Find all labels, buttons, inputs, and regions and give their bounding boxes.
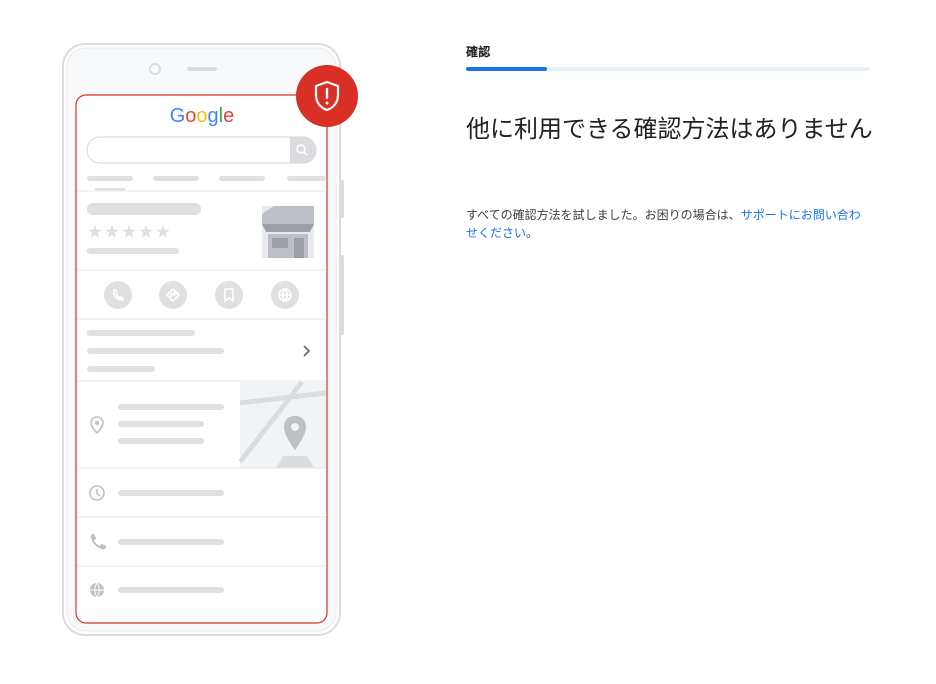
search-bar-placeholder [86,136,317,164]
description-suffix: 。 [526,226,539,240]
logo-letter: g [208,105,219,127]
directions-icon [159,281,187,309]
progress-bar [466,67,870,71]
business-category-placeholder [87,248,179,254]
phone-side-button [340,180,344,218]
phone-speaker [187,67,217,71]
phone-side-button [340,255,344,335]
logo-letter: o [196,105,207,127]
hours-placeholder [118,490,224,496]
storefront-icon [262,206,314,258]
search-button [290,137,316,163]
logo-letter: G [170,105,186,127]
logo-letter: o [185,105,196,127]
logo-letter: e [223,105,234,127]
progress-bar-fill [466,67,547,71]
business-name-placeholder [87,203,201,215]
bookmark-icon [215,281,243,309]
google-logo: Google [170,105,235,127]
website-placeholder [118,587,224,593]
globe-icon [90,582,104,598]
step-label: 確認 [466,45,491,59]
shield-alert-badge [296,65,358,127]
page-title: 他に利用できる確認方法はありません [466,115,873,143]
map-thumbnail [238,380,327,468]
phone-icon [104,281,132,309]
description-text: すべての確認方法を試しました。お困りの場合は、 [466,208,741,222]
phone-illustration: Google [62,43,358,636]
phone-number-placeholder [118,539,224,545]
page-description: すべての確認方法を試しました。お困りの場合は、サポートにお問い合わせください。 [466,206,870,242]
